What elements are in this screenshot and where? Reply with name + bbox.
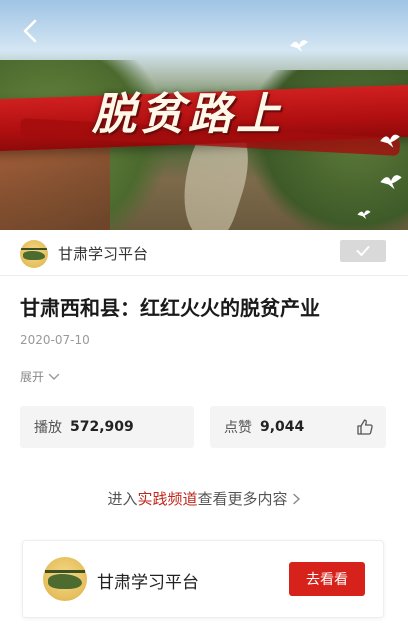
chevron-down-icon bbox=[48, 373, 60, 380]
play-count-card: 播放 572,909 bbox=[20, 406, 194, 448]
more-link-prefix: 进入 bbox=[107, 490, 138, 508]
article-title: 甘肃西和县：红红火火的脱贫产业 bbox=[20, 296, 320, 320]
expand-toggle[interactable]: 展开 bbox=[20, 368, 60, 385]
play-label: 播放 bbox=[34, 420, 62, 436]
practice-channel-link[interactable]: 进入实践频道查看更多内容 bbox=[0, 488, 408, 509]
like-label: 点赞 bbox=[224, 420, 252, 436]
helicopter-rotor bbox=[45, 570, 85, 573]
chevron-right-icon bbox=[292, 493, 300, 505]
back-arrow-icon[interactable] bbox=[20, 18, 50, 48]
channel-bar: 甘肃学习平台 bbox=[0, 232, 408, 276]
platform-name: 甘肃学习平台 bbox=[97, 573, 199, 593]
go-watch-button[interactable]: 去看看 bbox=[289, 562, 365, 596]
hero-video-thumbnail[interactable]: 脱贫路上 bbox=[0, 0, 408, 230]
dove-icon bbox=[356, 206, 372, 220]
like-card[interactable]: 点赞 9,044 bbox=[210, 406, 386, 448]
hero-banner-text: 脱贫路上 bbox=[92, 89, 284, 140]
helicopter-icon bbox=[23, 250, 45, 261]
checkmark-icon bbox=[356, 246, 370, 256]
channel-name[interactable]: 甘肃学习平台 bbox=[58, 243, 148, 264]
followed-button[interactable] bbox=[340, 240, 386, 262]
more-link-suffix: 查看更多内容 bbox=[197, 490, 288, 508]
dove-icon bbox=[288, 36, 310, 54]
play-count: 572,909 bbox=[70, 419, 134, 435]
platform-avatar[interactable] bbox=[43, 557, 87, 601]
channel-avatar[interactable] bbox=[20, 240, 48, 268]
publish-date: 2020-07-10 bbox=[20, 333, 90, 347]
like-count: 9,044 bbox=[260, 419, 305, 435]
helicopter-rotor bbox=[21, 248, 47, 251]
more-link-highlight: 实践频道 bbox=[137, 490, 198, 508]
expand-label: 展开 bbox=[20, 370, 45, 384]
platform-promo-card: 甘肃学习平台 去看看 bbox=[22, 540, 384, 618]
dove-icon bbox=[378, 130, 402, 150]
helicopter-icon bbox=[48, 573, 82, 589]
red-cliff bbox=[0, 140, 110, 230]
thumbs-up-icon[interactable] bbox=[356, 418, 374, 436]
dove-icon bbox=[378, 170, 404, 192]
